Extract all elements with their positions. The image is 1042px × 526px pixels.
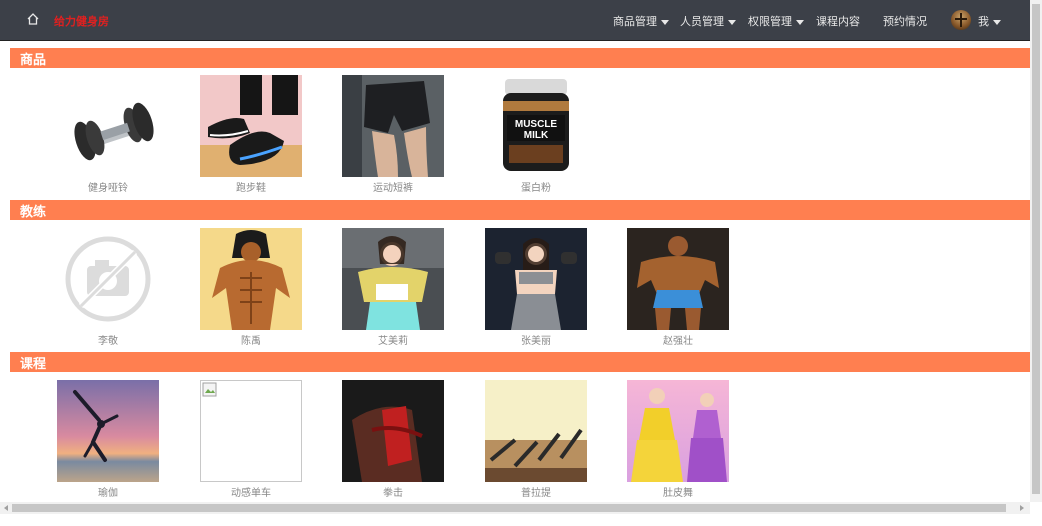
pilates-photo-icon: [485, 380, 587, 482]
section-header-goods: 商品: [10, 48, 1030, 68]
course-caption: 动感单车: [231, 488, 271, 499]
product-card[interactable]: 跑步鞋: [200, 75, 302, 194]
coach-card[interactable]: 李敬: [57, 228, 159, 347]
nav-menu-courses[interactable]: 课程内容: [816, 13, 860, 29]
coach-photo-icon: [200, 228, 302, 330]
coach-card[interactable]: 艾美莉: [342, 228, 444, 347]
coach-photo-icon: [342, 228, 444, 330]
user-avatar[interactable]: [951, 10, 971, 30]
course-caption: 瑜伽: [98, 488, 118, 499]
course-caption: 普拉提: [521, 488, 551, 499]
course-card[interactable]: 肚皮舞: [627, 380, 729, 499]
coach-caption: 李敬: [98, 336, 118, 347]
horizontal-scroll-thumb[interactable]: [12, 504, 1006, 512]
coach-caption: 张美丽: [521, 336, 551, 347]
nav-menu-permissions-label: 权限管理: [748, 15, 792, 28]
svg-text:MUSCLE: MUSCLE: [515, 119, 558, 130]
section-title: 商品: [20, 53, 47, 68]
vertical-scroll-thumb[interactable]: [1032, 4, 1040, 494]
product-caption: 蛋白粉: [521, 183, 551, 194]
top-navbar: 给力健身房 商品管理 人员管理 权限管理 课程内容 预约情况 我: [0, 0, 1030, 41]
section-title: 教练: [20, 205, 47, 220]
running-shoes-icon: [200, 75, 302, 177]
section-title: 课程: [20, 357, 47, 372]
course-card[interactable]: 拳击: [342, 380, 444, 499]
caret-down-icon: [993, 19, 1001, 25]
boxing-photo-icon: [342, 380, 444, 482]
protein-tub-icon: MUSCLE MILK: [485, 75, 587, 177]
coach-photo-icon: [485, 228, 587, 330]
caret-down-icon: [728, 19, 736, 25]
coach-photo-icon: [627, 228, 729, 330]
nav-menu-staff[interactable]: 人员管理: [680, 13, 736, 29]
nav-menu-goods[interactable]: 商品管理: [613, 13, 669, 29]
yoga-photo-icon: [57, 380, 159, 482]
section-header-courses: 课程: [10, 352, 1030, 372]
nav-menu-staff-label: 人员管理: [680, 15, 724, 28]
product-card[interactable]: 健身哑铃: [57, 75, 159, 194]
coach-caption: 艾美莉: [378, 336, 408, 347]
user-menu-label: 我: [978, 15, 989, 28]
broken-image-icon: [200, 380, 302, 482]
nav-menu-goods-label: 商品管理: [613, 15, 657, 28]
vertical-scrollbar[interactable]: [1030, 0, 1042, 502]
course-card[interactable]: 普拉提: [485, 380, 587, 499]
user-menu[interactable]: 我: [978, 13, 1001, 29]
product-card[interactable]: MUSCLE MILK 蛋白粉: [485, 75, 587, 194]
home-icon[interactable]: [26, 12, 40, 26]
caret-down-icon: [796, 19, 804, 25]
coach-caption: 赵强壮: [663, 336, 693, 347]
coach-card[interactable]: 陈禹: [200, 228, 302, 347]
scroll-left-arrow-icon[interactable]: [2, 504, 10, 512]
nav-menu-bookings[interactable]: 预约情况: [883, 13, 927, 29]
product-caption: 运动短裤: [373, 183, 413, 194]
nav-menu-permissions[interactable]: 权限管理: [748, 13, 804, 29]
no-photo-icon: [57, 228, 159, 330]
coach-card[interactable]: 张美丽: [485, 228, 587, 347]
scroll-right-arrow-icon[interactable]: [1018, 504, 1026, 512]
product-caption: 跑步鞋: [236, 183, 266, 194]
brand-name[interactable]: 给力健身房: [54, 13, 109, 29]
coach-caption: 陈禹: [241, 336, 261, 347]
course-card[interactable]: 动感单车: [200, 380, 302, 499]
product-card[interactable]: 运动短裤: [342, 75, 444, 194]
course-caption: 拳击: [383, 488, 403, 499]
sport-shorts-icon: [342, 75, 444, 177]
course-card[interactable]: 瑜伽: [57, 380, 159, 499]
caret-down-icon: [661, 19, 669, 25]
coach-card[interactable]: 赵强壮: [627, 228, 729, 347]
horizontal-scrollbar[interactable]: [0, 502, 1030, 514]
section-header-coaches: 教练: [10, 200, 1030, 220]
dumbbell-icon: [57, 75, 159, 177]
bellydance-photo-icon: [627, 380, 729, 482]
product-caption: 健身哑铃: [88, 183, 128, 194]
course-caption: 肚皮舞: [663, 488, 693, 499]
svg-text:MILK: MILK: [524, 130, 549, 141]
